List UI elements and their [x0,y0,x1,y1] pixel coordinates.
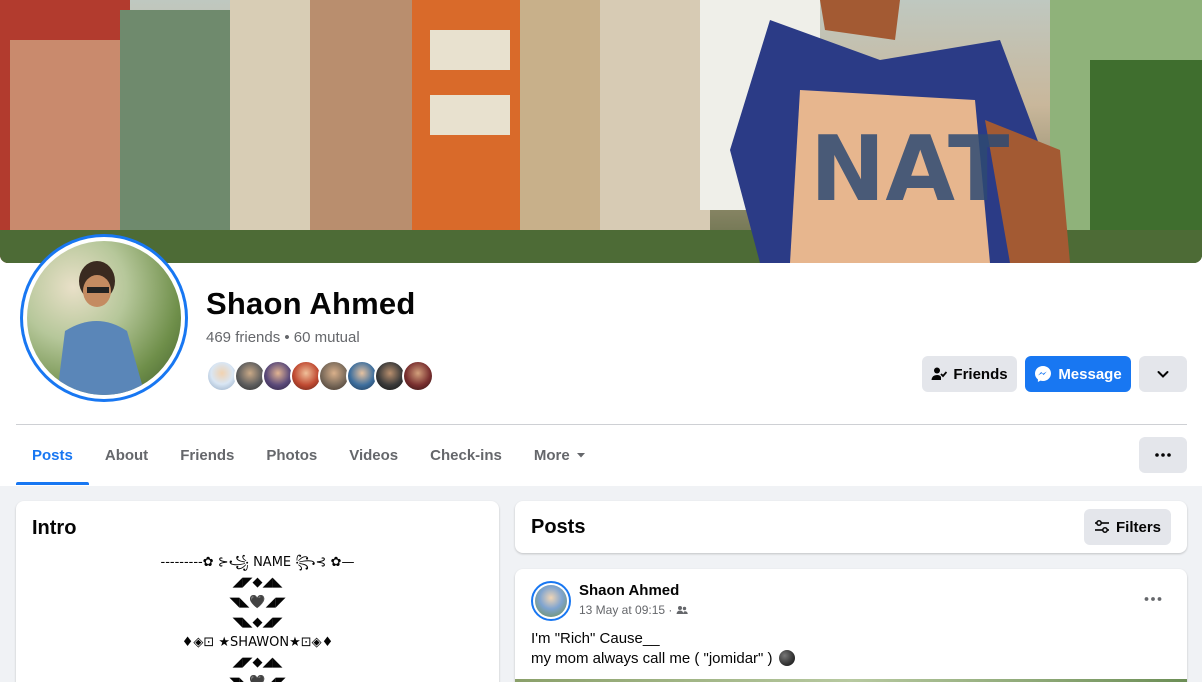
filters-button[interactable]: Filters [1084,509,1171,545]
friends-button-label: Friends [953,365,1008,383]
tab-more[interactable]: More [518,425,602,485]
filters-button-label: Filters [1115,518,1161,536]
posts-header-card: Posts Filters [515,501,1187,553]
profile-name: Shaon Ahmed [206,286,416,321]
messenger-icon [1035,366,1052,382]
intro-title: Intro [32,517,77,539]
post-timestamp[interactable]: 13 May at 09:15 · [579,603,672,617]
svg-text:NAT: NAT [810,117,1009,222]
friend-count[interactable]: 469 friends • 60 mutual [206,329,360,346]
post-meta: 13 May at 09:15 · [579,603,689,617]
profile-options-button[interactable] [1139,356,1187,392]
caret-down-icon [576,453,585,458]
filter-sliders-icon [1094,520,1109,533]
emoji-icon [778,650,795,666]
post-author-name[interactable]: Shaon Ahmed [579,582,679,599]
chevron-down-icon [1157,371,1169,378]
ellipsis-icon [1144,597,1162,601]
profile-header: NAT Shaon Ahmed 469 friends • 60 mutual [0,0,1202,486]
post-card: Shaon Ahmed 13 May at 09:15 · I'm "Rich"… [515,569,1187,682]
message-button-label: Message [1058,365,1122,383]
friends-audience-icon [676,606,689,614]
profile-more-options-button[interactable] [1139,437,1187,473]
mutual-friend-avatar[interactable] [402,360,434,392]
cover-photo[interactable]: NAT [0,0,1202,263]
post-author-avatar[interactable] [531,581,571,621]
tab-check-ins[interactable]: Check-ins [414,425,518,485]
intro-bio: ---------✿ ⊱꧁ NAME ꧂⊰ ✿— ◢◤◆◢◣ ◥◣🖤◢◤ ◥◣◆… [160,555,355,682]
friend-check-icon [931,367,948,380]
tab-videos[interactable]: Videos [333,425,414,485]
tab-posts[interactable]: Posts [16,425,89,485]
ellipsis-icon [1155,453,1171,457]
profile-tabs: Posts About Friends Photos Videos Check-… [16,425,602,485]
profile-picture[interactable] [20,234,188,402]
post-options-button[interactable] [1139,587,1167,611]
profile-photo-image [27,241,181,395]
message-button[interactable]: Message [1025,356,1131,392]
posts-title: Posts [531,516,586,538]
tab-photos[interactable]: Photos [250,425,333,485]
friends-button[interactable]: Friends [922,356,1017,392]
mutual-friends-faces [206,360,434,392]
post-text-line: I'm "Rich" Cause__ [531,630,660,647]
cover-scene: NAT [0,0,1202,263]
intro-card: Intro ---------✿ ⊱꧁ NAME ꧂⊰ ✿— ◢◤◆◢◣ ◥◣🖤… [16,501,499,682]
post-text: I'm "Rich" Cause__ my mom always call me… [531,629,795,669]
tab-about[interactable]: About [89,425,164,485]
post-text-line: my mom always call me ( "jomidar" ) [531,649,795,669]
tab-friends[interactable]: Friends [164,425,250,485]
